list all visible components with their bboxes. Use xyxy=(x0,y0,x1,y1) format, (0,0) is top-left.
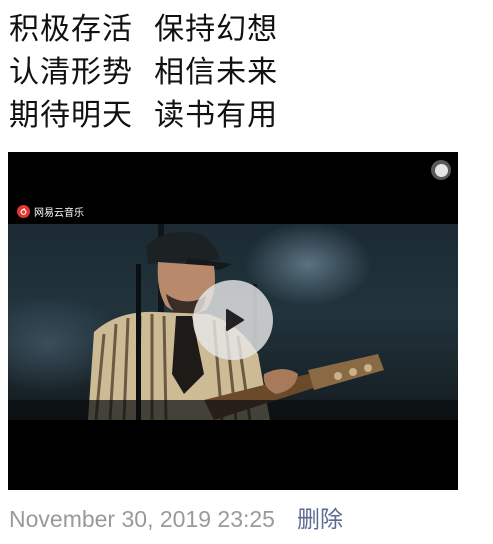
delete-button[interactable]: 删除 xyxy=(297,500,343,534)
post-timestamp: November 30, 2019 23:25 xyxy=(9,506,275,532)
floating-dot-icon[interactable] xyxy=(431,160,451,180)
music-note-icon xyxy=(20,207,27,215)
video-watermark: 网易云音乐 xyxy=(17,204,84,219)
play-button[interactable] xyxy=(193,280,273,360)
watermark-text: 网易云音乐 xyxy=(34,208,84,219)
play-icon xyxy=(226,309,244,331)
post-footer: November 30, 2019 23:25 删除 xyxy=(9,500,343,534)
netease-music-logo-icon xyxy=(17,205,30,218)
post-text-line-1: 积极存活 保持幻想 xyxy=(9,12,279,47)
post-text-line-3: 期待明天 读书有用 xyxy=(9,98,279,133)
post-text-line-2: 认清形势 相信未来 xyxy=(9,55,279,90)
video-player[interactable]: 网易云音乐 xyxy=(8,152,458,490)
post-text: 积极存活 保持幻想 认清形势 相信未来 期待明天 读书有用 xyxy=(9,8,479,137)
moment-post: 积极存活 保持幻想 认清形势 相信未来 期待明天 读书有用 网易云音乐 Nove… xyxy=(0,0,493,544)
